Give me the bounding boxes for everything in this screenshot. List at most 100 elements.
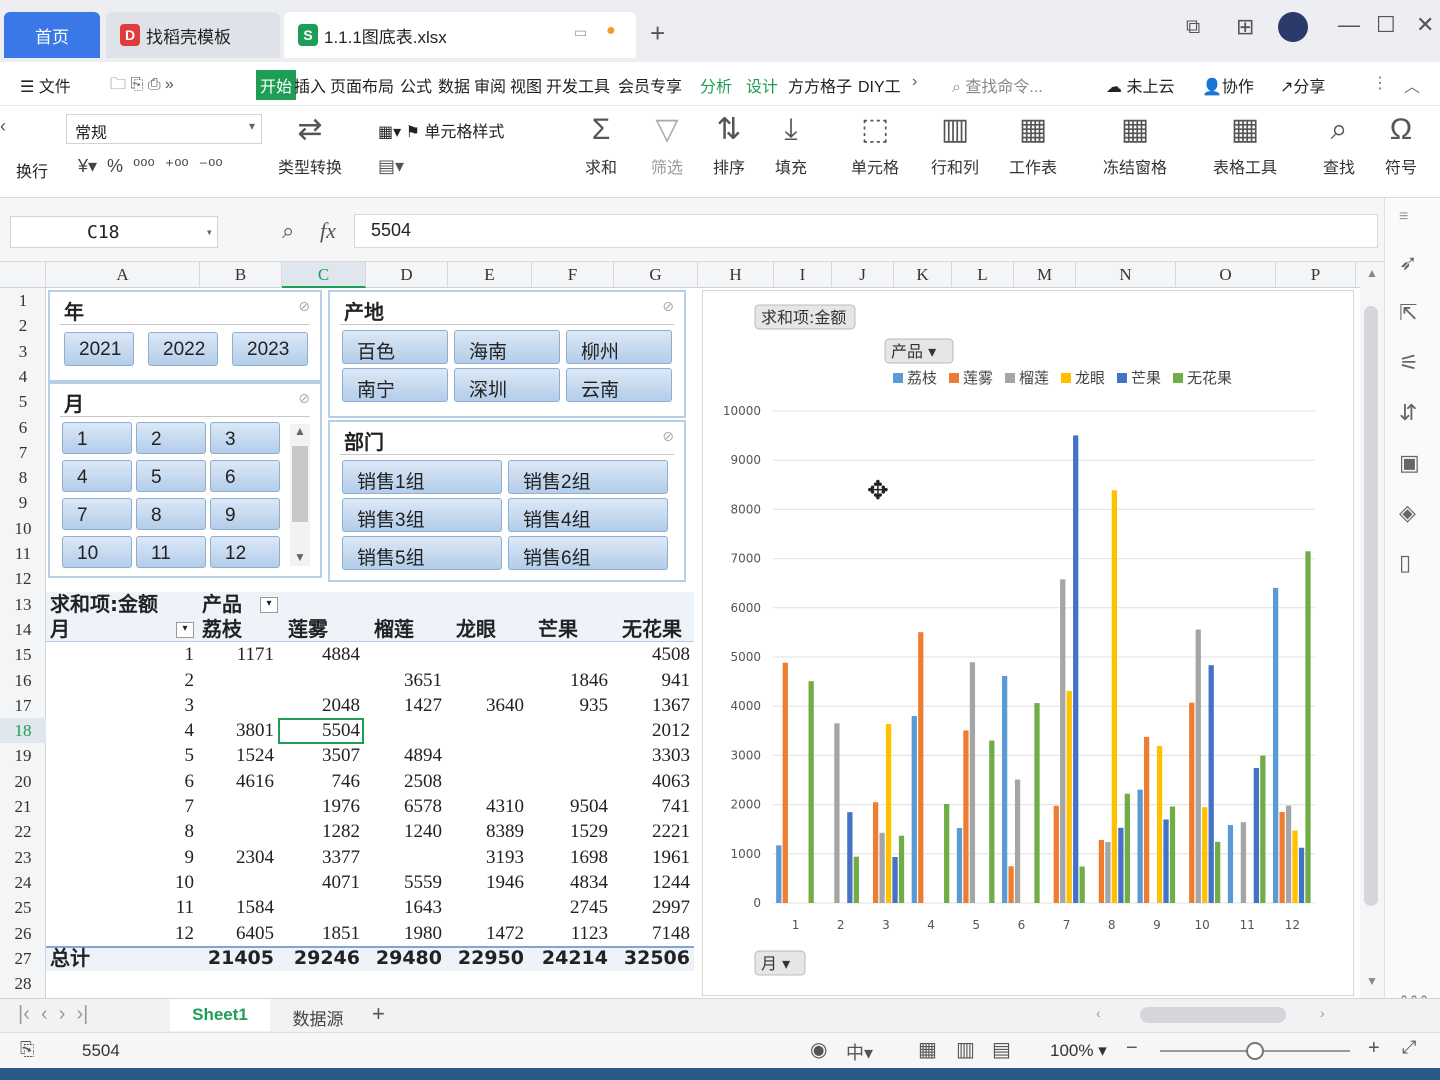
row-header-4[interactable]: 4	[0, 364, 46, 389]
slicer-dept-item[interactable]: 销售4组	[508, 498, 668, 532]
fx-icon[interactable]: fx	[320, 218, 336, 244]
zoom-level[interactable]: 100% ▾	[1050, 1041, 1107, 1061]
column-header-H[interactable]: H	[698, 262, 774, 288]
menu-insert[interactable]: 插入	[294, 73, 326, 97]
slicer-dept[interactable]: 部门 ⊘ 销售1组 销售2组 销售3组 销售4组 销售5组 销售6组	[328, 420, 686, 582]
zoom-in-icon[interactable]: +	[1368, 1037, 1380, 1060]
slicer-month-item[interactable]: 3	[210, 422, 280, 454]
row-header-18[interactable]: 18	[0, 718, 46, 744]
slicer-dept-item[interactable]: 销售5组	[342, 536, 502, 570]
column-header-J[interactable]: J	[832, 262, 894, 288]
select-all-corner[interactable]	[0, 262, 46, 288]
row-header-23[interactable]: 23	[0, 845, 46, 870]
rowcol-button[interactable]: ▥ 行和列	[920, 112, 990, 178]
row-header-24[interactable]: 24	[0, 870, 46, 895]
sort-button[interactable]: ⇅ 排序	[702, 112, 756, 178]
slicer-month-item[interactable]: 1	[62, 422, 132, 454]
number-format-buttons[interactable]: ¥▾ % ⁰⁰⁰ ⁺⁰⁰ ⁻⁰⁰	[78, 156, 223, 177]
column-header-G[interactable]: G	[614, 262, 698, 288]
book-icon[interactable]: ▯	[1399, 550, 1411, 576]
eye-protection-icon[interactable]: ◉	[810, 1037, 827, 1062]
page-layout-view-icon[interactable]: ▥	[956, 1037, 975, 1062]
close-icon[interactable]: ✕	[1416, 12, 1434, 38]
row-header-13[interactable]: 13	[0, 592, 46, 617]
sheet-nav-icons[interactable]: |‹ ‹ › ›|	[18, 1003, 88, 1026]
search-command[interactable]: ⌕ 查找命令...	[952, 73, 1043, 97]
panel-handle-icon[interactable]: ≡	[1399, 208, 1408, 226]
row-header-9[interactable]: 9	[0, 490, 46, 515]
slicer-dept-item[interactable]: 销售3组	[342, 498, 502, 532]
menu-analyze[interactable]: 分析	[700, 73, 732, 97]
format-icon[interactable]: ▤▾	[378, 156, 404, 177]
scroll-thumb[interactable]	[1364, 306, 1378, 906]
tab-current-file[interactable]: S 1.1.1图底表.xlsx ▭ ●	[284, 12, 636, 58]
layout-icon[interactable]: ⧉	[1186, 16, 1200, 39]
selected-cell[interactable]	[278, 718, 364, 745]
avatar[interactable]	[1278, 12, 1308, 42]
menu-page-layout[interactable]: 页面布局	[330, 73, 394, 97]
clear-filter-icon[interactable]: ⊘	[298, 390, 310, 407]
column-header-K[interactable]: K	[894, 262, 952, 288]
row-header-25[interactable]: 25	[0, 895, 46, 920]
slicer-dept-item[interactable]: 销售1组	[342, 460, 502, 494]
filter-button[interactable]: ▽ 筛选	[640, 112, 694, 178]
hscroll-right-icon[interactable]: ›	[1320, 1005, 1325, 1021]
row-header-16[interactable]: 16	[0, 668, 46, 693]
column-header-P[interactable]: P	[1276, 262, 1356, 288]
compass-icon[interactable]: ◈	[1399, 500, 1416, 526]
row-header-21[interactable]: 21	[0, 794, 46, 819]
slicer-month-item[interactable]: 2	[136, 422, 206, 454]
scroll-thumb[interactable]	[292, 446, 308, 522]
row-header-2[interactable]: 2	[0, 313, 46, 338]
row-header-1[interactable]: 1	[0, 288, 46, 313]
column-header-O[interactable]: O	[1176, 262, 1276, 288]
row-header-11[interactable]: 11	[0, 541, 46, 566]
zoom-formula-icon[interactable]: ⌕	[282, 218, 294, 244]
column-header-L[interactable]: L	[952, 262, 1014, 288]
fullscreen-icon[interactable]: ⤢	[1402, 1037, 1416, 1058]
row-header-12[interactable]: 12	[0, 566, 46, 591]
slicer-year-item[interactable]: 2022	[148, 332, 218, 366]
menu-data[interactable]: 数据	[438, 73, 470, 97]
row-header-15[interactable]: 15	[0, 642, 46, 667]
row-header-5[interactable]: 5	[0, 389, 46, 414]
sliders-icon[interactable]: ⚟	[1399, 350, 1419, 376]
menu-home[interactable]: 开始	[256, 70, 297, 100]
filter-dropdown-icon[interactable]: ▾	[260, 596, 278, 613]
menu-formula[interactable]: 公式	[400, 73, 432, 97]
pivot-chart[interactable]: 求和项:金额 产品 ▾ 月 ▾ 荔枝 莲雾 榴莲 龙眼 芒果 无花果 0 1000 2000 3000 4…	[702, 290, 1354, 996]
find-button[interactable]: ⌕ 查找	[1312, 112, 1366, 178]
maximize-icon[interactable]: ☐	[1376, 12, 1396, 38]
slicer-origin-item[interactable]: 深圳	[454, 368, 560, 402]
type-convert-button[interactable]: ⇄ 类型转换	[268, 112, 352, 178]
row-header-3[interactable]: 3	[0, 339, 46, 364]
chevron-right-icon[interactable]: ›	[912, 73, 917, 91]
name-box[interactable]: C18 ▾	[10, 216, 218, 248]
sheet-tab-sheet1[interactable]: Sheet1	[170, 999, 270, 1031]
menu-developer[interactable]: 开发工具	[546, 73, 610, 97]
freeze-panes-button[interactable]: ▦ 冻结窗格	[1090, 112, 1180, 178]
slicer-month-item[interactable]: 11	[136, 536, 206, 568]
row-header-19[interactable]: 19	[0, 743, 46, 768]
input-mode[interactable]: 中▾	[846, 1039, 873, 1065]
monitor-icon[interactable]: ▭	[574, 24, 587, 41]
slicer-dept-item[interactable]: 销售2组	[508, 460, 668, 494]
slicer-month-item[interactable]: 12	[210, 536, 280, 568]
slicer-origin[interactable]: 产地 ⊘ 百色 海南 柳州 南宁 深圳 云南	[328, 290, 686, 418]
worksheet-button[interactable]: ▦ 工作表	[998, 112, 1068, 178]
row-header-22[interactable]: 22	[0, 819, 46, 844]
column-header-D[interactable]: D	[366, 262, 448, 288]
column-header-N[interactable]: N	[1076, 262, 1176, 288]
slicer-year-item[interactable]: 2023	[232, 332, 308, 366]
row-header-14[interactable]: 14	[0, 617, 46, 642]
menu-diy[interactable]: DIY工	[858, 73, 901, 97]
cell-style-button[interactable]: ▦▾ ⚑ 单元格样式	[378, 118, 504, 142]
rocket-icon[interactable]: ➶	[1399, 250, 1417, 276]
slicer-month-item[interactable]: 7	[62, 498, 132, 530]
slicer-origin-item[interactable]: 百色	[342, 330, 448, 364]
cell-button[interactable]: ⬚ 单元格	[840, 112, 910, 178]
symbol-button[interactable]: Ω 符号	[1374, 112, 1428, 178]
row-header-27[interactable]: 27	[0, 946, 46, 971]
horizontal-scroll-thumb[interactable]	[1140, 1007, 1286, 1023]
collab-button[interactable]: 👤协作	[1202, 73, 1254, 97]
